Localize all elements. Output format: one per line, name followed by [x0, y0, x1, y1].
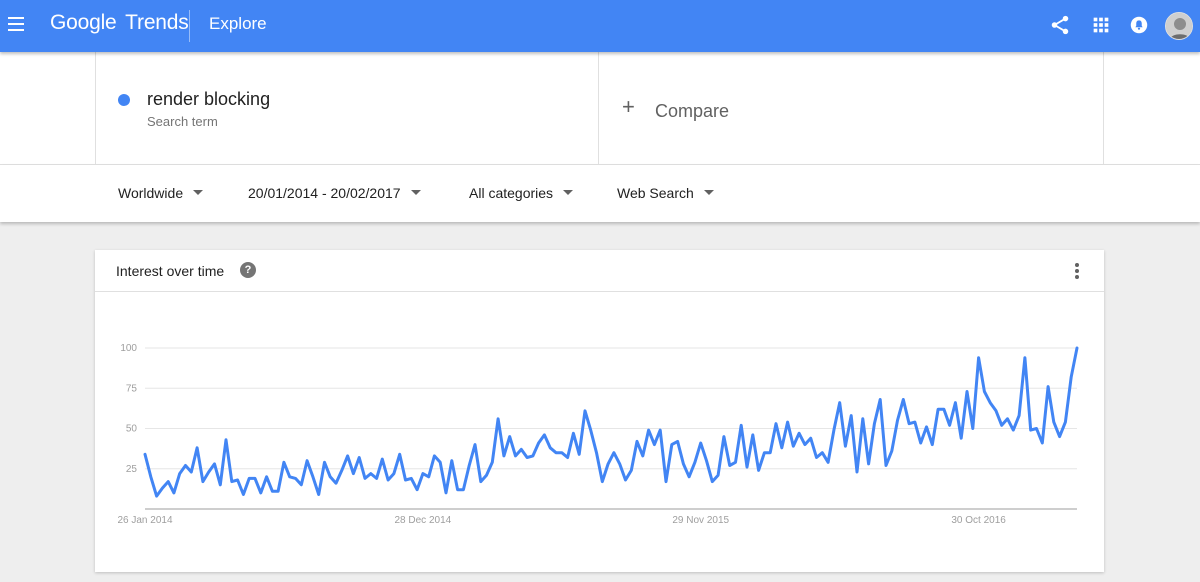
- avatar-image: [1166, 13, 1192, 39]
- search-term-card[interactable]: render blocking Search term: [95, 52, 599, 165]
- interest-line-chart: 25 50 75 100 26 Jan 2014 28 Dec 2014 29 Nov 20…: [117, 343, 1079, 526]
- search-term-name[interactable]: render blocking: [147, 89, 270, 110]
- compare-label: Compare: [655, 101, 730, 121]
- chevron-down-icon: [410, 189, 421, 195]
- search-type-filter-label: Web Search: [617, 185, 694, 201]
- region-filter-label: Worldwide: [118, 185, 184, 201]
- plus-icon: +: [622, 94, 635, 119]
- notifications-icon[interactable]: [1128, 14, 1150, 36]
- filter-bar: Worldwide 20/01/2014 - 20/02/2017 All ca…: [0, 165, 1200, 222]
- date-range-filter-label: 20/01/2014 - 20/02/2017: [248, 185, 401, 201]
- interest-over-time-card: Interest over time ? 25 50 75 100 26 Jan 201…: [95, 250, 1104, 572]
- category-filter[interactable]: All categories: [469, 185, 574, 201]
- date-range-filter[interactable]: 20/01/2014 - 20/02/2017: [248, 185, 421, 201]
- search-term-panel: render blocking Search term + Compare: [0, 52, 1200, 165]
- category-filter-label: All categories: [469, 185, 554, 201]
- chevron-down-icon: [703, 189, 714, 195]
- logo-trends: Trends: [125, 11, 189, 34]
- y-tick-label: 100: [120, 343, 137, 354]
- x-tick-label: 26 Jan 2014: [117, 515, 172, 526]
- search-type-filter[interactable]: Web Search: [617, 185, 714, 201]
- compare-button[interactable]: + Compare: [599, 52, 1104, 165]
- y-tick-label: 75: [126, 383, 138, 394]
- y-tick-label: 50: [126, 424, 138, 435]
- x-tick-label: 30 Oct 2016: [951, 515, 1006, 526]
- search-term-subtitle: Search term: [147, 114, 218, 129]
- chevron-down-icon: [563, 189, 574, 195]
- term-color-dot: [118, 94, 130, 106]
- logo-google: Google: [50, 11, 117, 34]
- y-tick-label: 25: [126, 464, 138, 475]
- menu-icon[interactable]: [6, 14, 26, 34]
- series-line: [143, 346, 1079, 498]
- header-divider: [189, 10, 190, 42]
- avatar[interactable]: [1165, 12, 1193, 40]
- share-icon[interactable]: [1049, 14, 1071, 36]
- region-filter[interactable]: Worldwide: [118, 185, 204, 201]
- apps-icon[interactable]: [1090, 14, 1112, 36]
- chevron-down-icon: [193, 189, 204, 195]
- x-tick-label: 29 Nov 2015: [672, 515, 729, 526]
- page-title: Explore: [209, 14, 267, 33]
- app-bar: Google Trends Explore: [0, 0, 1200, 52]
- google-trends-logo[interactable]: Google Trends: [50, 11, 189, 35]
- x-tick-label: 28 Dec 2014: [395, 515, 452, 526]
